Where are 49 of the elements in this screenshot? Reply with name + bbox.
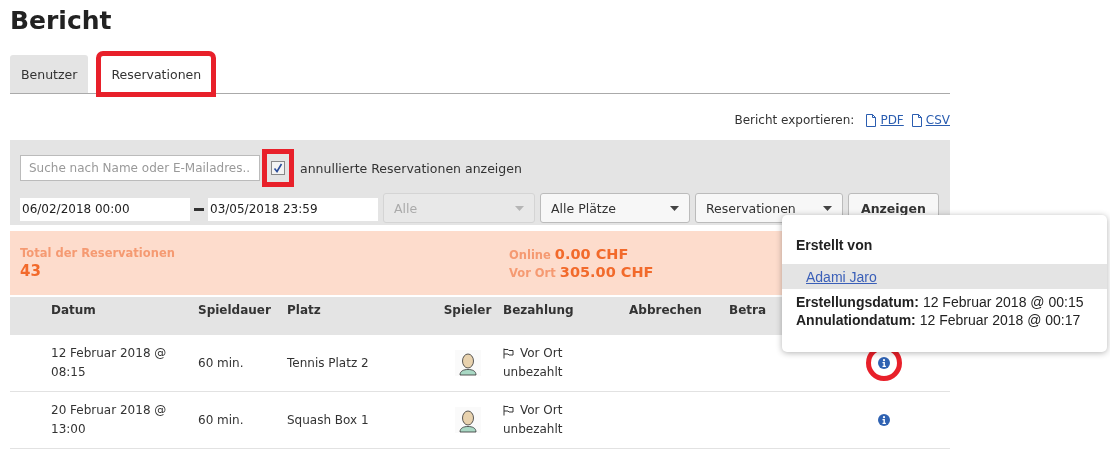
duration-cell-text: 60 min. — [198, 411, 245, 429]
tab[interactable]: Benutzer — [10, 55, 89, 93]
export-link[interactable]: CSV — [925, 113, 950, 127]
column-header: Spieldauer — [198, 303, 272, 317]
caret-icon — [515, 205, 524, 211]
detail-label: Erstellungsdatum: — [796, 294, 919, 310]
detail-value: 12 Februar 2018 @ 00:17 — [919, 312, 1081, 328]
date-cell-text: 12 Februar 2018 @ 08:15 — [51, 345, 168, 381]
payment-method: Vor Ort — [520, 345, 563, 362]
column-header: Bezahlung — [503, 303, 575, 317]
user-link[interactable]: Adami Jaro — [806, 268, 877, 285]
column-header: Abbrechen — [629, 303, 703, 317]
date-field[interactable]: 06/02/2018 00:00 — [20, 197, 190, 221]
payment-status: unbezahlt — [503, 421, 564, 438]
info-icon[interactable] — [878, 414, 890, 426]
total-value: 43 — [20, 262, 42, 280]
date-field[interactable]: 03/05/2018 23:59 — [208, 197, 378, 221]
search-field[interactable]: Suche nach Name oder E-Mailadres... — [20, 155, 260, 181]
amount-label: Online — [509, 248, 551, 262]
court-cell-text: Squash Box 1 — [287, 411, 370, 429]
amount-value: 305.00 CHF — [559, 264, 654, 280]
file-icon — [866, 113, 877, 127]
file-icon — [911, 113, 922, 127]
court-cell-text: Tennis Platz 2 — [287, 354, 370, 372]
amount-value: 0.00 CHF — [554, 246, 629, 262]
total-label: Total der Reservationen — [20, 246, 176, 260]
column-header: Platz — [287, 303, 322, 317]
export-link[interactable]: PDF — [880, 113, 904, 127]
duration-cell-text: 60 min. — [198, 354, 245, 372]
detail-label: Annulationdatum: — [796, 312, 916, 328]
caret-icon — [823, 205, 832, 211]
date-cell-text: 20 Februar 2018 @ 13:00 — [51, 402, 168, 438]
payment-status: unbezahlt — [503, 364, 564, 381]
checkbox[interactable] — [271, 161, 285, 175]
export-label: Bericht exportieren: — [734, 113, 855, 127]
info-icon[interactable] — [878, 357, 890, 369]
caret-icon — [670, 205, 679, 211]
checkbox-label: annullierte Reservationen anzeigen — [300, 160, 522, 176]
flag-icon — [503, 348, 514, 359]
column-header: Datum — [51, 303, 97, 317]
column-header: Spieler — [443, 303, 492, 317]
range-dash — [194, 207, 204, 211]
popover-title: Erstellt von — [795, 236, 874, 255]
dropdown[interactable]: Alle Plätze — [540, 193, 690, 223]
amount-label: Vor Ort — [509, 266, 556, 280]
flag-icon — [503, 405, 514, 416]
page-title: Bericht — [9, 5, 113, 37]
payment-method: Vor Ort — [520, 402, 563, 419]
detail-value: 12 Februar 2018 @ 00:15 — [922, 294, 1084, 310]
